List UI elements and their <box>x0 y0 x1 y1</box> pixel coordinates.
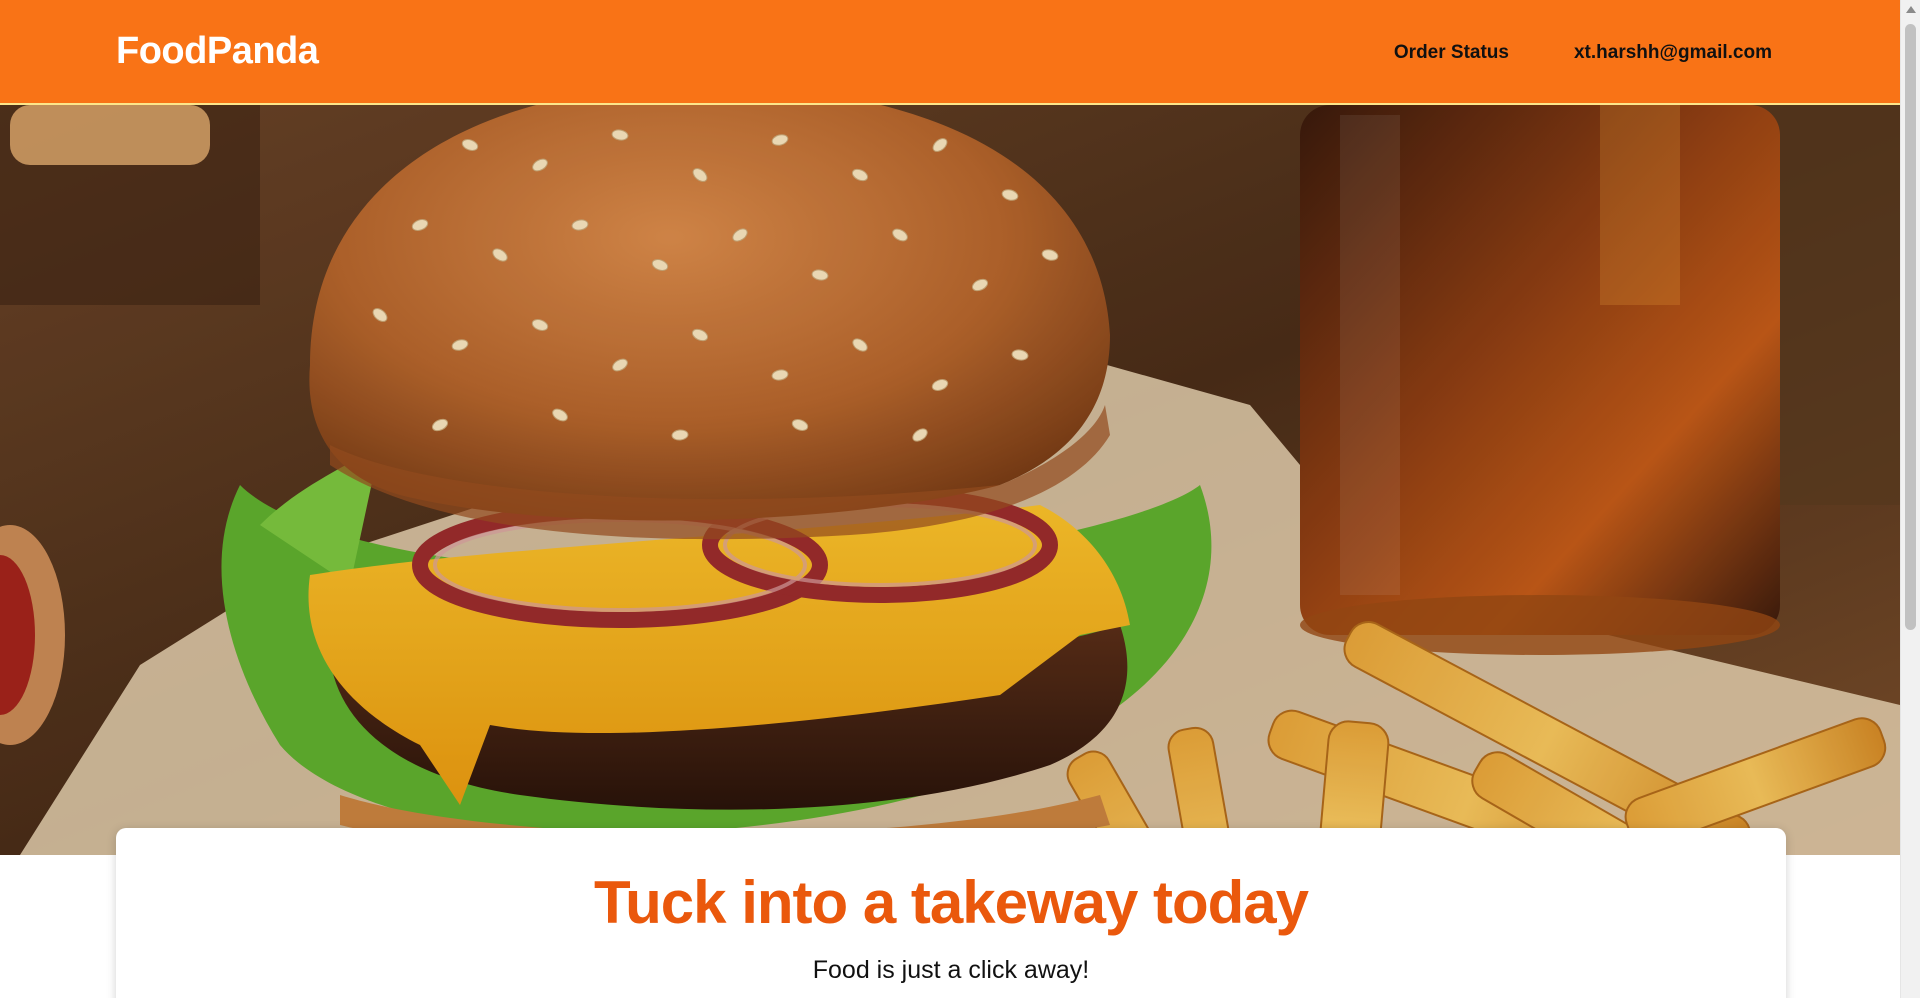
user-email-link[interactable]: xt.harshh@gmail.com <box>1574 42 1772 64</box>
hero-title: Tuck into a takeway today <box>593 869 1309 936</box>
scroll-up-arrow-icon[interactable] <box>1906 6 1916 13</box>
navbar: FoodPanda Order Status xt.harshh@gmail.c… <box>0 0 1900 105</box>
nav-links: Order Status xt.harshh@gmail.com <box>1394 42 1772 64</box>
hero-card: Tuck into a takeway today Food is just a… <box>116 828 1786 998</box>
scrollbar-thumb[interactable] <box>1905 24 1916 630</box>
hero-subtitle: Food is just a click away! <box>812 956 1090 984</box>
vertical-scrollbar[interactable] <box>1900 0 1920 998</box>
page: FoodPanda Order Status xt.harshh@gmail.c… <box>0 0 1920 998</box>
brand-logo-link[interactable]: FoodPanda <box>116 30 319 73</box>
hero-image <box>0 105 1900 855</box>
order-status-link[interactable]: Order Status <box>1394 42 1509 64</box>
burger-fries-drink-illustration <box>0 105 1900 855</box>
